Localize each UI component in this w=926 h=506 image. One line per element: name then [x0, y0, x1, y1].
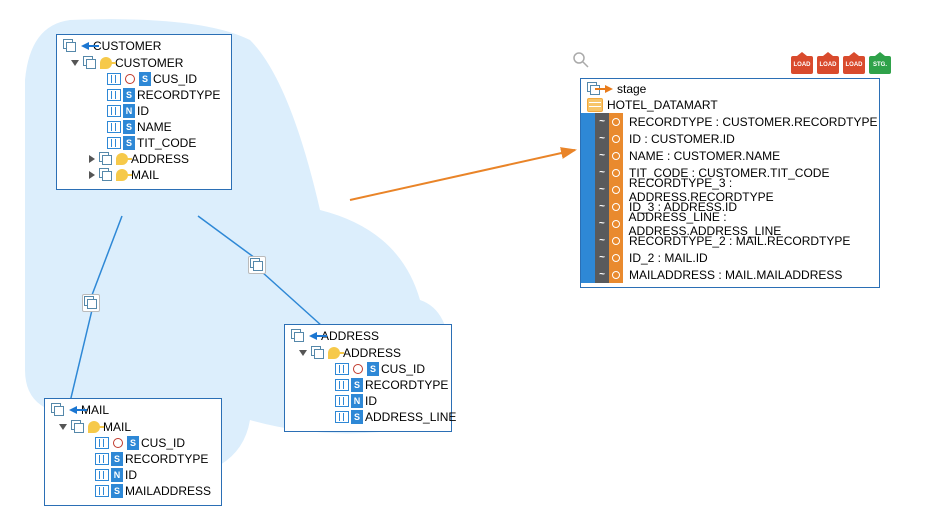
column-icon [335, 363, 349, 375]
tag-stg[interactable]: STG. [869, 56, 891, 74]
field-label: CUS_ID [381, 361, 425, 377]
type-badge: S [123, 120, 135, 134]
column-icon [95, 469, 109, 481]
tag-load[interactable]: LOAD [791, 56, 813, 74]
mapping-row[interactable]: ~RECORDTYPE_2 : MAIL.RECORDTYPE [581, 232, 879, 249]
stack-icon [71, 420, 85, 434]
table-name: MAIL [103, 419, 131, 435]
type-badge: S [127, 436, 139, 450]
stack-icon [51, 403, 65, 417]
key-icon [115, 152, 129, 166]
tag-load[interactable]: LOAD [843, 56, 865, 74]
gear-icon [123, 72, 137, 86]
field-label: ADDRESS_LINE [365, 409, 456, 425]
type-badge: N [123, 104, 135, 118]
column-icon [335, 411, 349, 423]
field-label: TIT_CODE [137, 135, 196, 151]
target-mappings: ~RECORDTYPE : CUSTOMER.RECORDTYPE ~ID : … [581, 113, 879, 283]
type-badge: S [351, 378, 363, 392]
type-badge: S [367, 362, 379, 376]
node-mail[interactable]: MAIL MAIL SCUS_ID SRECORDTYPE NID SMAILA… [44, 398, 222, 506]
target-datastore: HOTEL_DATAMART [607, 98, 718, 112]
database-icon [587, 98, 603, 112]
stack-icon [291, 329, 305, 343]
column-icon [107, 89, 121, 101]
arrow-left-icon [69, 406, 77, 414]
stack-icon [63, 39, 77, 53]
field-label: RECORDTYPE [137, 87, 220, 103]
type-badge: S [111, 452, 123, 466]
collapse-caret-icon[interactable] [299, 350, 307, 356]
mapping-row[interactable]: ~ID_2 : MAIL.ID [581, 249, 879, 266]
mapping-row[interactable]: ~ADDRESS_LINE : ADDRESS.ADDRESS_LINE [581, 215, 879, 232]
expand-caret-icon[interactable] [89, 171, 95, 179]
field-label: RECORDTYPE [125, 451, 208, 467]
stack-icon [99, 168, 113, 182]
stack-icon [311, 346, 325, 360]
column-icon [335, 395, 349, 407]
mapping-row[interactable]: ~RECORDTYPE : CUSTOMER.RECORDTYPE [581, 113, 879, 130]
key-icon [87, 420, 101, 434]
column-icon [335, 379, 349, 391]
mapping-row[interactable]: ~NAME : CUSTOMER.NAME [581, 147, 879, 164]
tag-load[interactable]: LOAD [817, 56, 839, 74]
type-badge: S [123, 88, 135, 102]
field-label: ID [365, 393, 377, 409]
type-badge: N [111, 468, 123, 482]
node-customer[interactable]: CUSTOMER CUSTOMER SCUS_ID SRECORDTYPE NI… [56, 34, 232, 190]
field-label: RECORDTYPE [365, 377, 448, 393]
column-icon [95, 453, 109, 465]
mapping-row[interactable]: ~ID : CUSTOMER.ID [581, 130, 879, 147]
node-title: ADDRESS [321, 329, 379, 343]
key-icon [115, 168, 129, 182]
child-table: MAIL [131, 167, 159, 183]
type-badge: N [351, 394, 363, 408]
node-stage[interactable]: stage HOTEL_DATAMART ~RECORDTYPE : CUSTO… [580, 78, 880, 288]
node-title: CUSTOMER [93, 39, 161, 53]
field-label: ID [125, 467, 137, 483]
table-name: ADDRESS [343, 345, 401, 361]
field-label: ID [137, 103, 149, 119]
type-badge: S [139, 72, 151, 86]
collapse-caret-icon[interactable] [71, 60, 79, 66]
join-icon[interactable] [248, 256, 266, 274]
column-icon [95, 485, 109, 497]
key-icon [327, 346, 341, 360]
magnifier-icon[interactable] [573, 52, 589, 71]
field-label: CUS_ID [141, 435, 185, 451]
collapse-caret-icon[interactable] [59, 424, 67, 430]
stack-icon [83, 56, 97, 70]
mapping-row[interactable]: ~MAILADDRESS : MAIL.MAILADDRESS [581, 266, 879, 283]
field-label: CUS_ID [153, 71, 197, 87]
type-badge: S [351, 410, 363, 424]
expand-caret-icon[interactable] [89, 155, 95, 163]
column-icon [95, 437, 109, 449]
table-name: CUSTOMER [115, 55, 183, 71]
type-badge: S [123, 136, 135, 150]
target-name: stage [617, 82, 646, 96]
field-label: NAME [137, 119, 172, 135]
gear-icon [111, 436, 125, 450]
arrow-left-icon [309, 332, 317, 340]
column-icon [107, 121, 121, 133]
target-tags: LOAD LOAD LOAD STG. [791, 56, 891, 74]
arrow-right-icon [605, 85, 613, 93]
column-icon [107, 105, 121, 117]
column-icon [107, 73, 121, 85]
join-icon[interactable] [82, 294, 100, 312]
arrow-left-icon [81, 42, 89, 50]
stack-icon [99, 152, 113, 166]
column-icon [107, 137, 121, 149]
type-badge: S [111, 484, 123, 498]
key-icon [99, 56, 113, 70]
mapping-row[interactable]: ~RECORDTYPE_3 : ADDRESS.RECORDTYPE [581, 181, 879, 198]
child-table: ADDRESS [131, 151, 189, 167]
node-address[interactable]: ADDRESS ADDRESS SCUS_ID SRECORDTYPE NID … [284, 324, 452, 432]
field-label: MAILADDRESS [125, 483, 211, 499]
gear-icon [351, 362, 365, 376]
